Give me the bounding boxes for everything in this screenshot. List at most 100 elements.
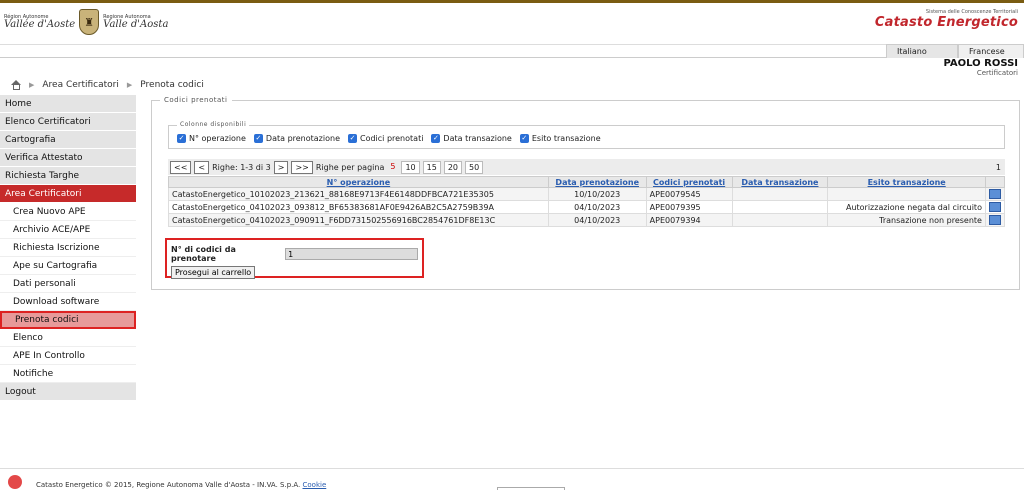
column-header[interactable]: Data prenotazione <box>547 176 647 188</box>
crest-icon: ♜ <box>79 9 100 35</box>
column-header-actions <box>984 176 1006 188</box>
sidebar-item-prenota-codici[interactable]: Prenota codici <box>0 311 136 329</box>
sidebar-item-logout[interactable]: Logout <box>0 383 136 401</box>
columns-list: ✓ N° operazione ✓ Data prenotazione ✓ Codici … <box>177 134 601 143</box>
sidebar-item-home[interactable]: Home <box>0 95 136 113</box>
codici-table: N° operazione Data prenotazione Codici pre… <box>168 176 1006 227</box>
table-cell <box>731 187 829 201</box>
region-logo: Région Autonome Vallée d'Aoste ♜ Regione… <box>4 9 168 35</box>
panel-legend: Codici prenotati <box>160 96 232 104</box>
header: Région Autonome Vallée d'Aoste ♜ Regione… <box>0 3 1024 45</box>
table-cell-action <box>984 200 1006 214</box>
sidebar-item-elenco-certificatori[interactable]: Elenco Certificatori <box>0 113 136 131</box>
column-checkbox[interactable]: ✓ Esito transazione <box>519 134 601 143</box>
sidebar-item-verifica-attestato[interactable]: Verifica Attestato <box>0 149 136 167</box>
lang-italiano[interactable]: Italiano <box>886 44 958 58</box>
footer-text: Catasto Energetico © 2015, Regione Auton… <box>36 481 327 489</box>
page-size-option[interactable]: 15 <box>422 160 441 174</box>
checkbox-checked-icon[interactable]: ✓ <box>519 134 529 143</box>
checkbox-checked-icon[interactable]: ✓ <box>431 134 441 143</box>
codes-quantity-input[interactable] <box>285 248 418 260</box>
sidebar-nav: Home Elenco Certificatori Cartografia Verif… <box>0 95 136 401</box>
table-cell <box>827 187 986 201</box>
column-checkbox-label: Data transazione <box>443 134 512 143</box>
sidebar-item-elenco[interactable]: Elenco <box>0 329 136 347</box>
columns-legend: Colonne disponibili <box>177 121 250 128</box>
breadcrumb-area-certificatori[interactable]: Area Certificatori <box>42 80 119 90</box>
column-checkbox-label: Codici prenotati <box>360 134 424 143</box>
page-size-options: 5 10 15 20 50 <box>387 160 484 174</box>
table-cell: CatastoEnergetico_04102023_090911_F6DD73… <box>168 213 549 227</box>
column-checkbox[interactable]: ✓ N° operazione <box>177 134 246 143</box>
column-checkbox-label: Data prenotazione <box>265 134 340 143</box>
table-cell <box>731 200 829 214</box>
sidebar-item-richiesta-iscrizione[interactable]: Richiesta Iscrizione <box>0 239 136 257</box>
proceed-to-cart-button[interactable]: Prosegui al carrello <box>171 266 256 279</box>
table-header-row: N° operazione Data prenotazione Codici pre… <box>168 176 1006 188</box>
table-cell: 04/10/2023 <box>547 200 647 214</box>
table-cell: APE0079394 <box>645 213 733 227</box>
pager-rows-text: Righe: 1-3 di 3 <box>212 162 271 172</box>
sidebar-item-richiesta-targhe[interactable]: Richiesta Targhe <box>0 167 136 185</box>
table-row: CatastoEnergetico_04102023_093812_BF6538… <box>168 200 1006 214</box>
sidebar-item-dati-personali[interactable]: Dati personali <box>0 275 136 293</box>
table-cell: Transazione non presente <box>827 213 986 227</box>
user-role: Certificatori <box>976 69 1018 77</box>
column-checkbox[interactable]: ✓ Data transazione <box>431 134 512 143</box>
cookie-link[interactable]: Cookie <box>303 481 327 489</box>
table-body: CatastoEnergetico_10102023_213621_88168E… <box>168 187 1006 227</box>
column-checkbox[interactable]: ✓ Codici prenotati <box>348 134 423 143</box>
pager-per-page-label: Righe per pagina <box>315 162 385 172</box>
table-row: CatastoEnergetico_04102023_090911_F6DD73… <box>168 213 1006 227</box>
sidebar-item-crea-nuovo-ape[interactable]: Crea Nuovo APE <box>0 203 136 221</box>
columns-selector: Colonne disponibili ✓ N° operazione ✓ Data … <box>168 121 1005 149</box>
pager: << < Righe: 1-3 di 3 > >> Righe per pagi… <box>168 159 1005 175</box>
details-icon[interactable] <box>988 189 1001 199</box>
breadcrumb-separator-icon: ▶ <box>126 81 133 89</box>
sidebar-item-ape-su-cartografia[interactable]: Ape su Cartografia <box>0 257 136 275</box>
lang-francese[interactable]: Francese <box>958 44 1024 58</box>
sidebar-item-archivio-ace-ape[interactable]: Archivio ACE/APE <box>0 221 136 239</box>
page-size-option[interactable]: 10 <box>401 160 420 174</box>
column-checkbox-label: Esito transazione <box>531 134 601 143</box>
breadcrumb-prenota-codici: Prenota codici <box>140 80 204 90</box>
page-size-option[interactable]: 20 <box>443 160 462 174</box>
page-size-option[interactable]: 5 <box>387 161 398 174</box>
sidebar-item-cartografia[interactable]: Cartografia <box>0 131 136 149</box>
details-icon[interactable] <box>988 202 1001 212</box>
column-header[interactable]: Data transazione <box>731 176 829 188</box>
column-header[interactable]: Codici prenotati <box>645 176 733 188</box>
pager-last-button[interactable]: >> <box>291 160 313 174</box>
table-cell: 10/10/2023 <box>547 187 647 201</box>
logo-text-it: Regione Autonoma Valle d'Aosta <box>103 13 169 30</box>
details-icon[interactable] <box>988 215 1001 225</box>
checkbox-checked-icon[interactable]: ✓ <box>253 134 263 143</box>
table-cell: CatastoEnergetico_10102023_213621_88168E… <box>168 187 549 201</box>
sidebar-item-notifiche[interactable]: Notifiche <box>0 365 136 383</box>
sidebar-item-download-software[interactable]: Download software <box>0 293 136 311</box>
column-checkbox-label: N° operazione <box>189 134 246 143</box>
sidebar-item-ape-in-controllo[interactable]: APE In Controllo <box>0 347 136 365</box>
column-header[interactable]: Esito transazione <box>827 176 986 188</box>
breadcrumb-separator-icon: ▶ <box>29 81 35 89</box>
language-bar: Italiano Francese <box>0 44 1024 58</box>
footer-logo-icon <box>8 475 22 489</box>
table-cell: 04/10/2023 <box>547 213 647 227</box>
pager-next-button[interactable]: > <box>273 160 289 174</box>
sidebar-item-area-certificatori[interactable]: Area Certificatori <box>0 185 136 203</box>
table-cell-action <box>984 213 1006 227</box>
checkbox-checked-icon[interactable]: ✓ <box>177 134 186 143</box>
home-icon[interactable] <box>10 80 21 90</box>
logo-text-fr: Région Autonome Vallée d'Aoste <box>4 13 76 30</box>
pager-prev-button[interactable]: < <box>194 160 210 174</box>
column-checkbox[interactable]: ✓ Data prenotazione <box>253 134 340 143</box>
page-size-option[interactable]: 50 <box>465 160 484 174</box>
checkbox-checked-icon[interactable]: ✓ <box>348 134 357 143</box>
codici-prenotati-panel: Codici prenotati Colonne disponibili ✓ N°… <box>151 96 1020 290</box>
table-cell <box>731 213 829 227</box>
table-cell: Autorizzazione negata dal circuito <box>827 200 986 214</box>
column-header[interactable]: N° operazione <box>168 176 549 188</box>
user-name: PAOLO ROSSI <box>943 58 1018 69</box>
pager-first-button[interactable]: << <box>170 160 192 174</box>
table-row: CatastoEnergetico_10102023_213621_88168E… <box>168 187 1006 201</box>
